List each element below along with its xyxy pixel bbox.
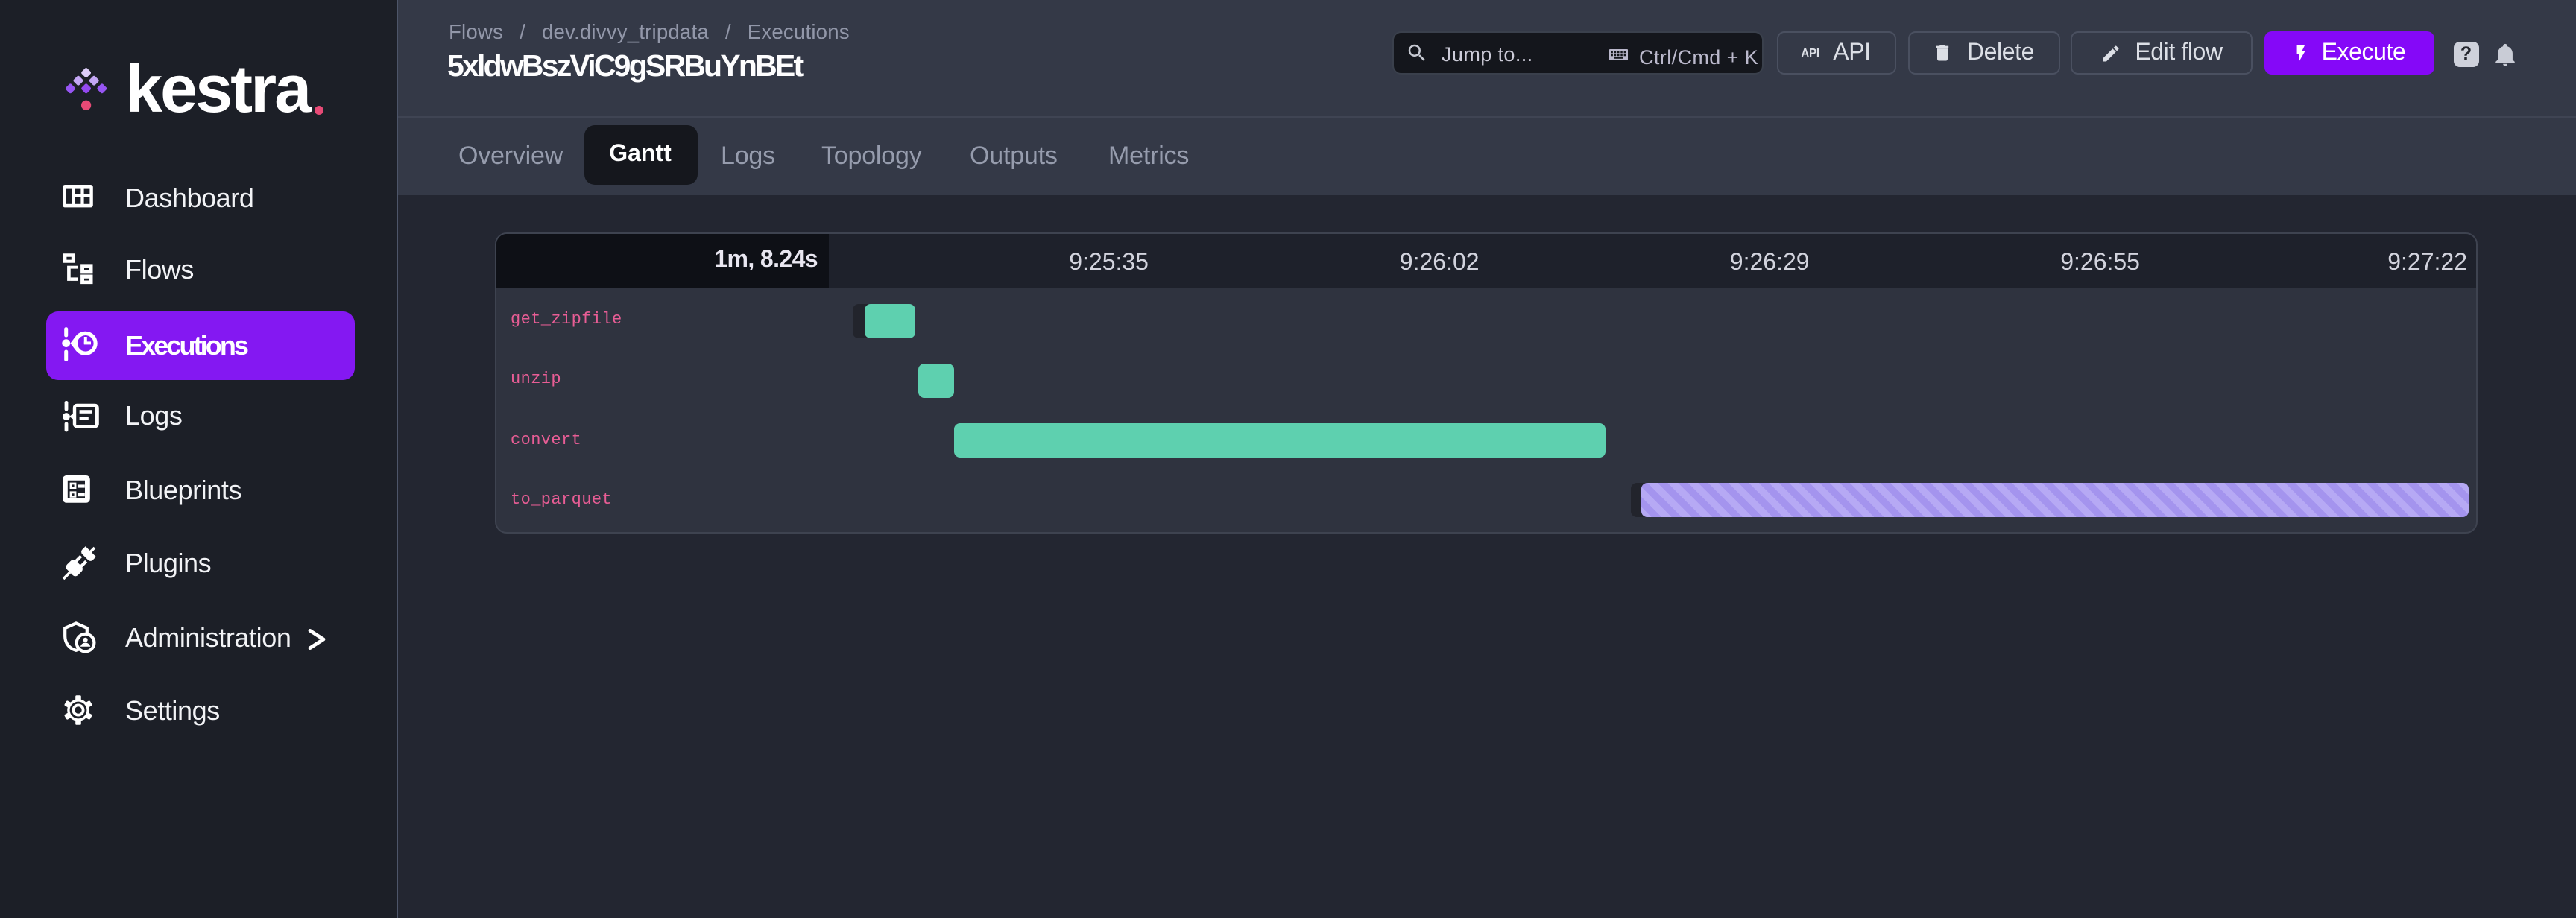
svg-text:API: API (1802, 47, 1820, 60)
